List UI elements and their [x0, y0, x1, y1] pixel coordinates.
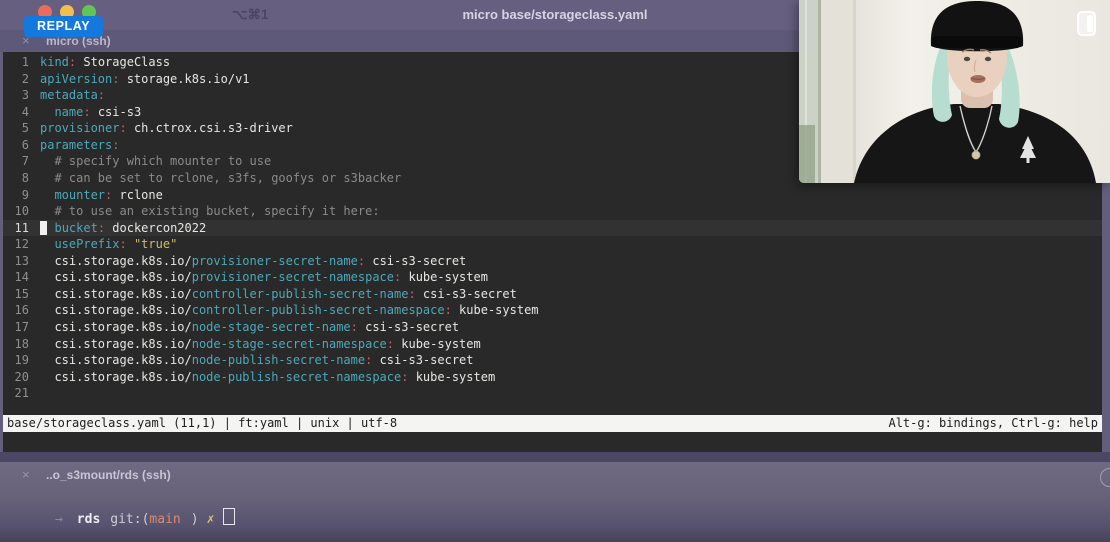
code-text: provisioner: ch.ctrox.csi.s3-driver [40, 120, 293, 137]
code-text: csi.storage.k8s.io/node-publish-secret-n… [40, 352, 474, 369]
line-number: 2 [3, 71, 29, 88]
wall-edge [853, 0, 856, 183]
editor-line[interactable]: 9 mounter: rclone [3, 187, 1102, 204]
code-text: metadata: [40, 87, 105, 104]
editor-line[interactable]: 10 # to use an existing bucket, specify … [3, 203, 1102, 220]
git-branch: main [149, 512, 180, 527]
eye-left [964, 57, 970, 61]
line-number: 4 [3, 104, 29, 121]
screen: REPLAY ⌥⌘1 micro base/storageclass.yaml … [0, 0, 1110, 542]
new-tab-icon[interactable] [1100, 468, 1110, 487]
code-text: # specify which mounter to use [40, 153, 271, 170]
editor-line[interactable]: 20 csi.storage.k8s.io/node-publish-secre… [3, 369, 1102, 386]
shell-prompt[interactable]: →rdsgit:(main)✗ [8, 488, 235, 508]
line-number: 9 [3, 187, 29, 204]
close-icon[interactable]: × [22, 467, 30, 482]
line-number: 8 [3, 170, 29, 187]
line-number: 1 [3, 54, 29, 71]
eye-right [985, 57, 991, 61]
prompt-directory: rds [77, 512, 100, 527]
code-text: csi.storage.k8s.io/controller-publish-se… [40, 302, 539, 319]
line-number: 6 [3, 137, 29, 154]
editor-line[interactable]: 12 usePrefix: "true" [3, 236, 1102, 253]
code-text: # can be set to rclone, s3fs, goofys or … [40, 170, 401, 187]
line-number: 20 [3, 369, 29, 386]
editor-line[interactable]: 11 bucket: dockercon2022 [3, 220, 1102, 237]
code-text: csi.storage.k8s.io/controller-publish-se… [40, 286, 517, 303]
editor-line[interactable]: 19 csi.storage.k8s.io/node-publish-secre… [3, 352, 1102, 369]
code-text: # to use an existing bucket, specify it … [40, 203, 380, 220]
editor-status-bar: base/storageclass.yaml (11,1) | ft:yaml … [3, 415, 1102, 432]
code-text: kind: StorageClass [40, 54, 170, 71]
line-number: 15 [3, 286, 29, 303]
editor-line[interactable]: 16 csi.storage.k8s.io/controller-publish… [3, 302, 1102, 319]
tab-rds-ssh[interactable]: ..o_s3mount/rds (ssh) [46, 468, 171, 482]
line-number: 3 [3, 87, 29, 104]
code-text: usePrefix: "true" [40, 236, 177, 253]
line-number: 7 [3, 153, 29, 170]
prompt-arrow-icon: → [55, 512, 63, 527]
editor-line[interactable]: 15 csi.storage.k8s.io/controller-publish… [3, 286, 1102, 303]
code-text: csi.storage.k8s.io/node-publish-secret-n… [40, 369, 495, 386]
code-text: csi.storage.k8s.io/provisioner-secret-na… [40, 269, 488, 286]
status-help-hint: Alt-g: bindings, Ctrl-g: help [888, 415, 1098, 432]
line-number: 19 [3, 352, 29, 369]
code-text: apiVersion: storage.k8s.io/v1 [40, 71, 250, 88]
background-window [799, 0, 821, 183]
editor-line[interactable]: 18 csi.storage.k8s.io/node-stage-secret-… [3, 336, 1102, 353]
bottom-window-border [0, 452, 1110, 462]
code-text: mounter: rclone [40, 187, 163, 204]
terminal-cursor [223, 508, 235, 525]
editor-line[interactable]: 17 csi.storage.k8s.io/node-stage-secret-… [3, 319, 1102, 336]
line-number: 11 [3, 220, 29, 237]
line-number: 12 [3, 236, 29, 253]
line-number: 21 [3, 385, 29, 402]
panel-toggle-icon [1078, 12, 1095, 35]
editor-line[interactable]: 14 csi.storage.k8s.io/provisioner-secret… [3, 269, 1102, 286]
git-suffix: ) [191, 512, 199, 527]
webcam-video [799, 0, 1110, 183]
line-number: 13 [3, 253, 29, 270]
editor-line[interactable]: 13 csi.storage.k8s.io/provisioner-secret… [3, 253, 1102, 270]
code-text: parameters: [40, 137, 119, 154]
webcam-overlay [799, 0, 1110, 183]
line-number: 16 [3, 302, 29, 319]
code-text: csi.storage.k8s.io/node-stage-secret-nam… [40, 336, 481, 353]
line-number: 17 [3, 319, 29, 336]
status-file-info: base/storageclass.yaml (11,1) | ft:yaml … [7, 415, 397, 432]
replay-badge[interactable]: REPLAY [24, 16, 103, 37]
git-dirty-icon: ✗ [207, 512, 215, 527]
code-text: bucket: dockercon2022 [40, 220, 206, 237]
wall-corner [821, 0, 855, 183]
beanie-brim [932, 36, 1022, 48]
code-text: csi.storage.k8s.io/node-stage-secret-nam… [40, 319, 459, 336]
code-text: csi.storage.k8s.io/provisioner-secret-na… [40, 253, 466, 270]
code-text: name: csi-s3 [40, 104, 141, 121]
bottom-terminal-window[interactable]: × ..o_s3mount/rds (ssh) →rdsgit:(main)✗ [0, 462, 1110, 542]
line-number: 14 [3, 269, 29, 286]
git-prefix: git:( [110, 512, 149, 527]
line-number: 5 [3, 120, 29, 137]
editor-line[interactable]: 21 [3, 385, 1102, 402]
line-number: 18 [3, 336, 29, 353]
line-number: 10 [3, 203, 29, 220]
necklace-pendant [972, 151, 980, 159]
